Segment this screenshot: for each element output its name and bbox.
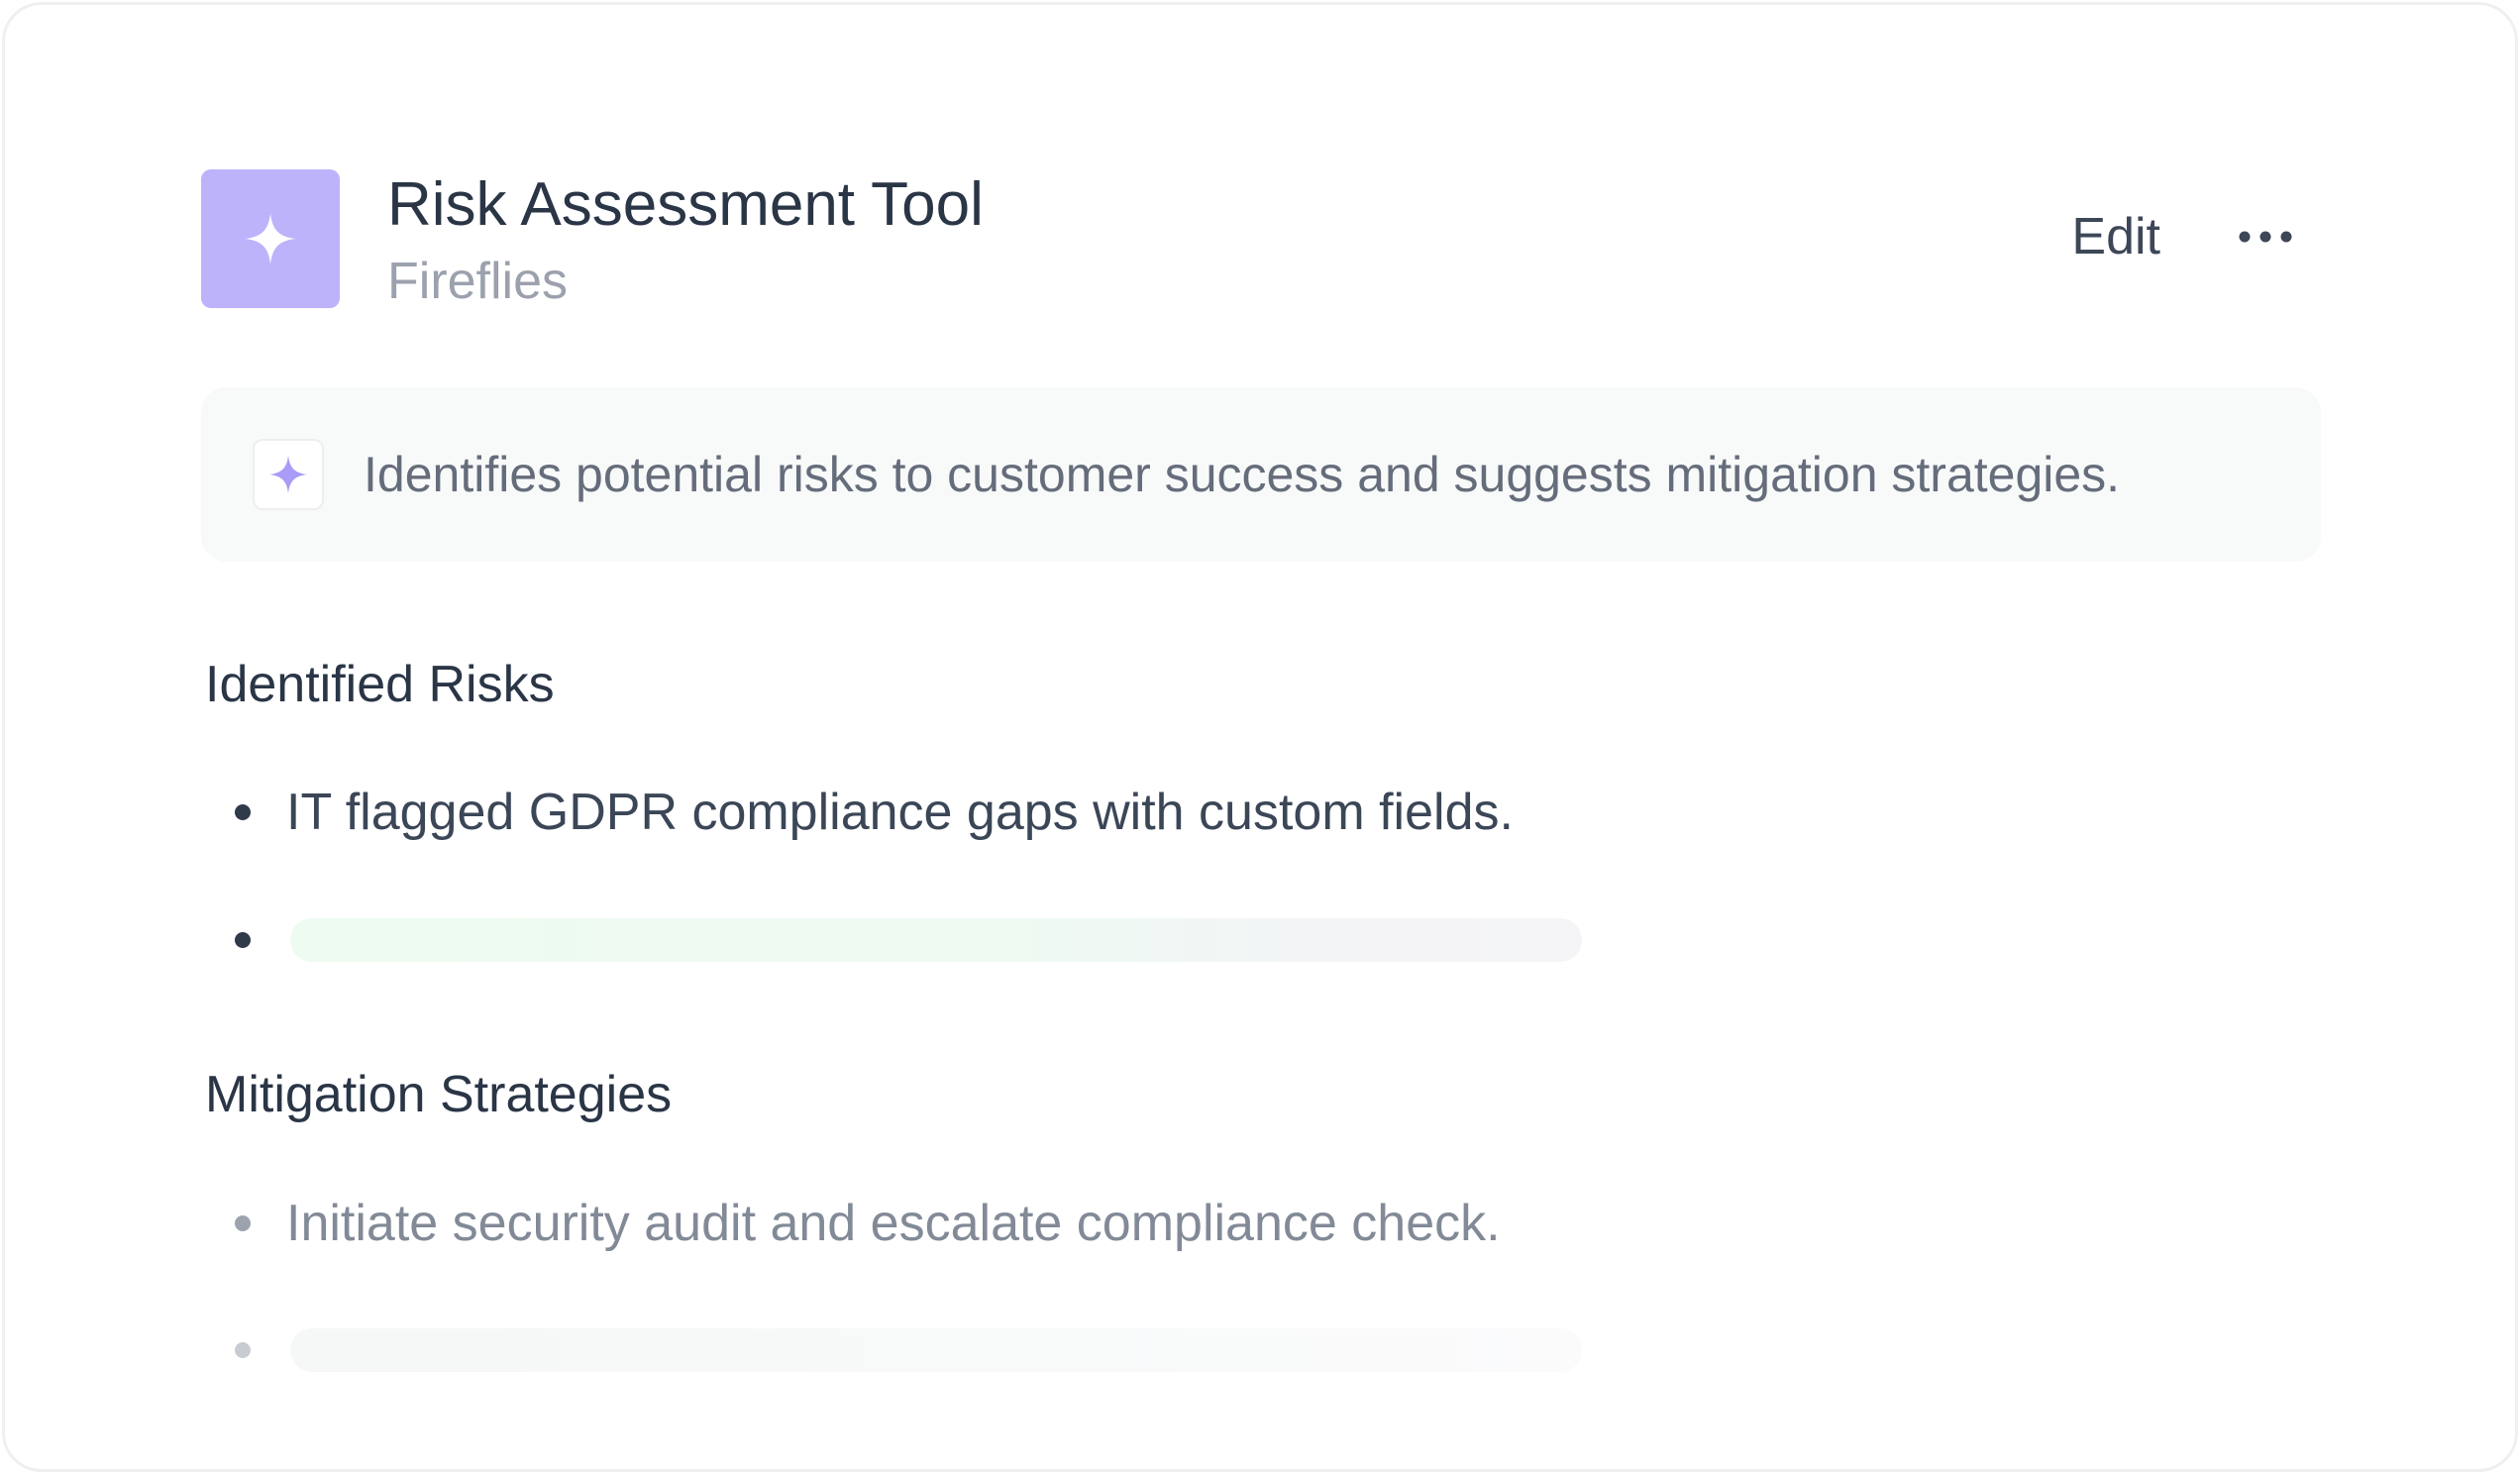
- tool-title: Risk Assessment Tool: [387, 170, 984, 239]
- mitigation-item: Initiate security audit and escalate com…: [286, 1195, 1501, 1252]
- sparkle-icon: [268, 455, 308, 494]
- tool-app-icon: [201, 169, 340, 308]
- sparkle-icon: [245, 213, 296, 264]
- section-heading-mitigation-strategies: Mitigation Strategies: [205, 1066, 673, 1123]
- tool-header: Risk Assessment Tool Fireflies Edit: [201, 169, 2321, 310]
- list-bullet: [235, 804, 251, 820]
- description-panel: Identifies potential risks to customer s…: [201, 387, 2321, 562]
- tool-card: Risk Assessment Tool Fireflies Edit Iden…: [2, 2, 2518, 1472]
- description-icon-box: [253, 439, 324, 510]
- risk-item: IT flagged GDPR compliance gaps with cus…: [286, 784, 1514, 841]
- description-text: Identifies potential risks to customer s…: [364, 447, 2121, 502]
- edit-button[interactable]: Edit: [2071, 205, 2160, 268]
- list-bullet: [235, 1215, 251, 1231]
- list-bullet: [235, 1342, 251, 1358]
- list-bullet: [235, 932, 251, 948]
- loading-skeleton: [290, 918, 1582, 962]
- loading-skeleton: [290, 1328, 1582, 1372]
- section-heading-identified-risks: Identified Risks: [205, 656, 555, 713]
- more-horizontal-icon: [2239, 231, 2292, 243]
- tool-provider: Fireflies: [387, 253, 569, 310]
- more-options-button[interactable]: [2226, 201, 2305, 272]
